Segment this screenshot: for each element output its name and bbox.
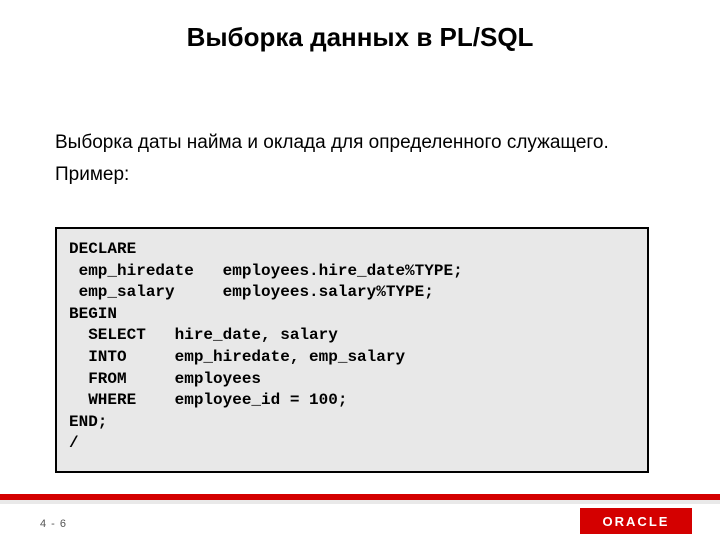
page-number: 4 - 6 [40,518,67,530]
description-line-1: Выборка даты найма и оклада для определе… [55,130,660,156]
body-text: Выборка даты найма и оклада для определе… [55,130,660,193]
oracle-logo: ORACLE [580,508,692,534]
description-line-2: Пример: [55,162,660,188]
oracle-logo-text: ORACLE [603,514,670,529]
slide: Выборка данных в PL/SQL Выборка даты най… [0,0,720,540]
code-block: DECLARE emp_hiredate employees.hire_date… [55,227,649,473]
footer: 4 - 6 ORACLE [0,504,720,540]
slide-title: Выборка данных в PL/SQL [0,22,720,53]
